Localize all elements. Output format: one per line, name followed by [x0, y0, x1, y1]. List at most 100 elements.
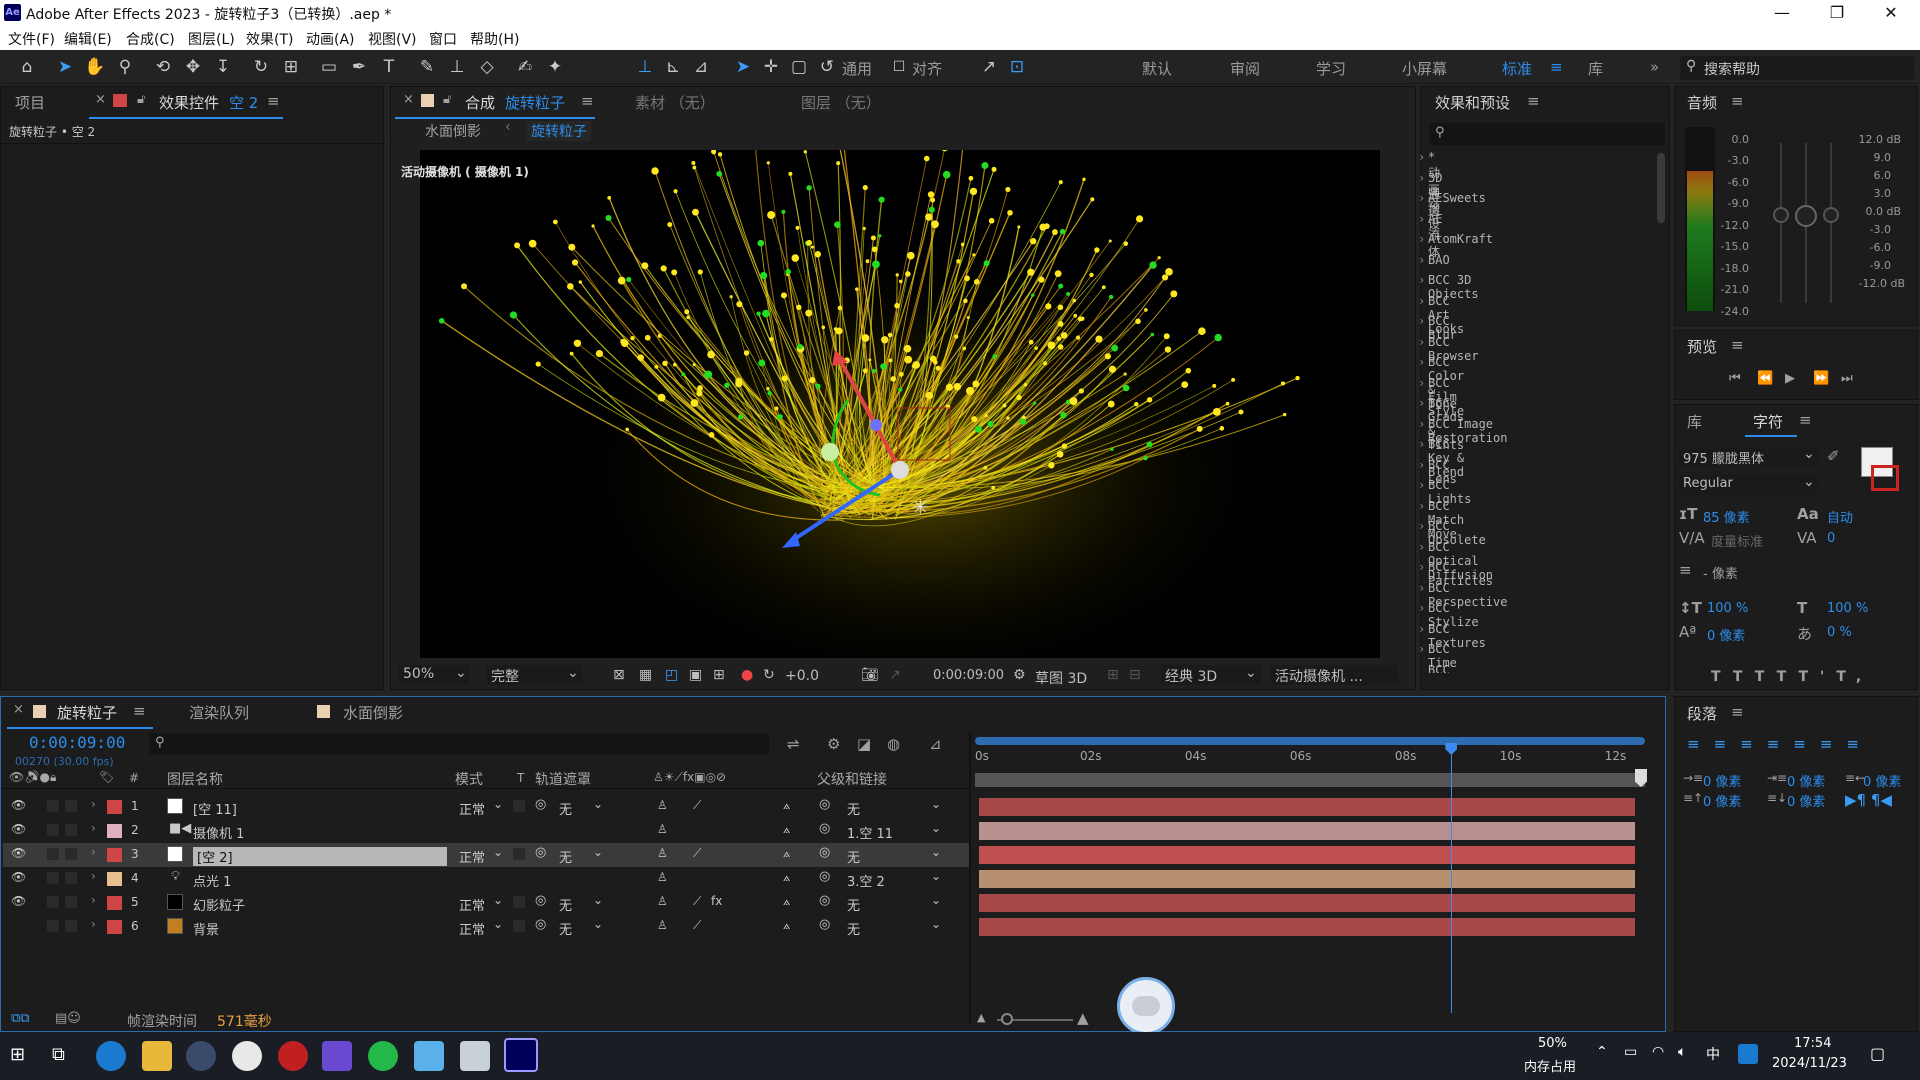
parent-dropdown[interactable]: 1.空 11	[847, 823, 893, 842]
blend-mode-dropdown[interactable]: 正常	[459, 847, 485, 866]
roto-brush-icon[interactable]: ✍	[514, 56, 536, 78]
rectangle-tool-icon[interactable]: ▭	[318, 56, 340, 78]
close-tab-icon[interactable]: ×	[403, 92, 414, 107]
snapshot-icon[interactable]: 📷︎	[861, 667, 879, 683]
app-icon[interactable]	[414, 1041, 444, 1071]
help-search-field[interactable]: ⚲ 搜索帮助	[1680, 56, 1914, 80]
stroke-width-value[interactable]: - 像素	[1703, 563, 1738, 582]
parent-pickwhip-icon[interactable]: ◎	[819, 797, 830, 812]
assistant-avatar[interactable]	[1117, 977, 1175, 1035]
qq-icon[interactable]	[232, 1041, 262, 1071]
workspace-standard[interactable]: 标准	[1502, 58, 1532, 79]
3d-layer-switch-icon[interactable]: ⟑	[783, 798, 790, 813]
snap-icon[interactable]: ↗	[978, 56, 1000, 78]
menu-view[interactable]: 视图(V)	[368, 29, 417, 49]
notification-icon[interactable]: ▢	[1870, 1044, 1885, 1063]
layer-name[interactable]: [空 11]	[193, 799, 237, 818]
panel-menu-icon[interactable]: ≡	[1731, 336, 1744, 354]
tray-expand-icon[interactable]: ⌃	[1596, 1044, 1608, 1060]
effects-scrollbar[interactable]	[1657, 153, 1665, 223]
effects-item[interactable]: AtomKraft	[1418, 232, 1493, 246]
tab-character[interactable]: 字符	[1753, 411, 1783, 432]
shy-switch-icon[interactable]: ♙	[657, 870, 668, 884]
3d-layer-switch-icon[interactable]: ⟑	[783, 918, 790, 933]
shy-layers-icon[interactable]: ◪	[857, 735, 871, 753]
expand-arrow-icon[interactable]: ›	[91, 821, 96, 835]
vertical-scale-value[interactable]: 100 %	[1707, 601, 1748, 616]
composition-mini-flowchart-icon[interactable]: ⇌	[787, 735, 800, 753]
app-icon[interactable]	[460, 1041, 490, 1071]
preserve-transparency-toggle[interactable]	[513, 920, 525, 932]
3d-layer-switch-icon[interactable]: ⟑	[783, 846, 790, 861]
solo-toggle[interactable]	[47, 872, 59, 884]
pan-camera-icon[interactable]: ✥	[182, 56, 204, 78]
solo-toggle[interactable]	[47, 920, 59, 932]
font-style-dropdown[interactable]: Regular ⌄	[1679, 474, 1819, 495]
region-of-interest-icon[interactable]: ▣	[689, 667, 702, 683]
horizontal-scale-value[interactable]: 100 %	[1827, 601, 1868, 616]
leading-value[interactable]: 自动	[1827, 507, 1853, 526]
renderer-dropdown[interactable]: 经典 3D ⌄	[1161, 665, 1261, 685]
layer-name[interactable]: 点光 1	[193, 871, 231, 890]
menu-window[interactable]: 窗口	[429, 29, 457, 49]
text-tool-icon[interactable]: T	[378, 56, 400, 78]
layer-name[interactable]: 背景	[193, 919, 219, 938]
panel-menu-icon[interactable]: ≡	[133, 702, 146, 720]
browser-icon[interactable]	[368, 1041, 398, 1071]
menu-edit[interactable]: 编辑(E)	[64, 29, 112, 49]
panel-menu-icon[interactable]: ≡	[1799, 411, 1812, 429]
parent-pickwhip-icon[interactable]: ◎	[819, 821, 830, 836]
layer-row[interactable]: 👁︎ › 3 [空 2] 正常 ⌄ ◎ 无 ⌄ ♙ ⟋ ⟑ ◎ 无 ⌄	[3, 843, 971, 867]
indent-left-value[interactable]: 0 像素	[1703, 771, 1741, 790]
workspace-overflow[interactable]: »	[1650, 58, 1659, 76]
first-frame-icon[interactable]: ⏮	[1729, 371, 1741, 386]
world-axis-icon[interactable]: ⊾	[662, 56, 684, 78]
timeline-tab-water[interactable]: 水面倒影	[343, 702, 403, 723]
quality-switch-icon[interactable]: ⟋	[693, 918, 701, 933]
fast-preview-icon[interactable]: ⊠	[613, 667, 625, 683]
windows-start-icon[interactable]: ⊞	[10, 1044, 25, 1065]
tracking-value[interactable]: 0	[1827, 531, 1835, 546]
menu-layer[interactable]: 图层(L)	[188, 29, 235, 49]
close-tab-icon[interactable]: ×	[13, 702, 24, 717]
clone-stamp-icon[interactable]: ⊥	[446, 56, 468, 78]
selection-tool-icon[interactable]: ➤	[54, 56, 76, 78]
panel-menu-icon[interactable]: ≡	[1527, 92, 1540, 110]
brush-tool-icon[interactable]: ✎	[416, 56, 438, 78]
select-3d-icon[interactable]: ➤	[732, 56, 754, 78]
expand-arrow-icon[interactable]: ›	[91, 869, 96, 883]
layer-label-color[interactable]	[107, 920, 122, 934]
lock-toggle[interactable]	[65, 824, 77, 836]
eyedropper-icon[interactable]: ✐	[1827, 447, 1840, 465]
close-tab-icon[interactable]: ×	[95, 92, 106, 107]
quickq-icon[interactable]	[1738, 1044, 1758, 1064]
home-icon[interactable]: ⌂	[16, 56, 38, 78]
exposure-value[interactable]: +0.0	[785, 668, 819, 684]
after-effects-taskbar-icon[interactable]	[504, 1038, 538, 1072]
orbit-camera-icon[interactable]: ⟲	[152, 56, 174, 78]
layer-duration-bar[interactable]	[979, 870, 1635, 888]
layer-name[interactable]: 幻影粒子	[193, 895, 245, 914]
draft-3d-label[interactable]: 草图 3D	[1035, 668, 1087, 688]
panel-menu-icon[interactable]: ≡	[267, 92, 280, 110]
lock-toggle[interactable]	[65, 848, 77, 860]
menu-help[interactable]: 帮助(H)	[470, 29, 519, 49]
expand-arrow-icon[interactable]: ›	[91, 797, 96, 811]
timeline-timecode[interactable]: 0:00:09:00	[29, 733, 125, 752]
obs-icon[interactable]	[186, 1041, 216, 1071]
snap-target-icon[interactable]: ⊡	[1006, 56, 1028, 78]
layer-row[interactable]: 👁︎ › 2 ■◀ 摄像机 1 ♙ ⟑ ◎ 1.空 11 ⌄	[3, 819, 971, 843]
ime-indicator[interactable]: 中	[1706, 1044, 1720, 1064]
menu-file[interactable]: 文件(F)	[8, 29, 55, 49]
3d-ground-plane-icon[interactable]: ⊟	[1129, 667, 1141, 683]
dolly-camera-icon[interactable]: ↧	[212, 56, 234, 78]
extended-viewer-icon[interactable]: ⊞	[1107, 667, 1119, 683]
nav-comp-current[interactable]: 旋转粒子	[527, 121, 591, 141]
solo-toggle[interactable]	[47, 848, 59, 860]
move-3d-icon[interactable]: ✛	[760, 56, 782, 78]
font-family-dropdown[interactable]: 975 朦胧黑体 ⌄	[1679, 446, 1819, 467]
workspace-library[interactable]: 库	[1588, 58, 1603, 79]
quality-switch-icon[interactable]: ⟋	[693, 894, 701, 909]
task-view-icon[interactable]: ⧉	[52, 1044, 65, 1065]
premiere-icon[interactable]	[322, 1041, 352, 1071]
